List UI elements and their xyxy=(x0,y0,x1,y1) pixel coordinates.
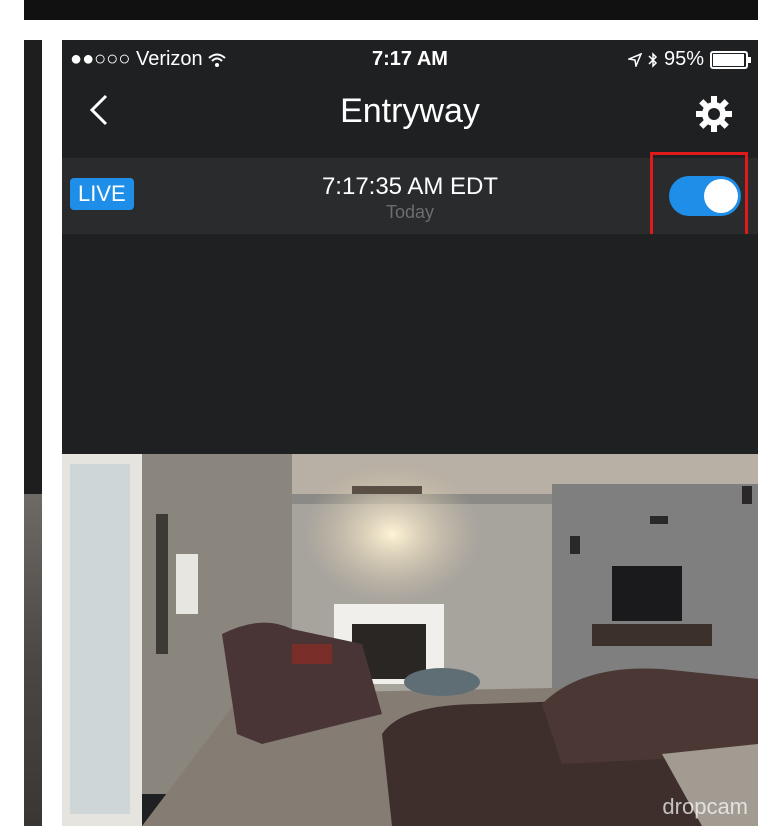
living-room-scene xyxy=(62,454,758,826)
dropcam-watermark: dropcam xyxy=(662,794,748,819)
location-arrow-icon xyxy=(627,52,642,67)
status-bar: ●●○○○ Verizon 7:17 AM 95% xyxy=(62,40,758,80)
battery-icon xyxy=(710,50,751,69)
top-black-bar xyxy=(24,0,758,20)
battery-percent: 95% xyxy=(663,48,704,70)
previous-screen-sliver xyxy=(24,40,42,826)
status-right: 95% xyxy=(627,48,751,71)
settings-button[interactable] xyxy=(694,94,734,134)
previous-camera-glimpse xyxy=(24,494,42,826)
nav-bar: Entryway xyxy=(62,80,758,160)
video-letterbox xyxy=(62,234,758,454)
bluetooth-icon xyxy=(648,51,658,68)
gear-icon xyxy=(696,96,732,132)
phone-screen: ●●○○○ Verizon 7:17 AM 95% Entryway LIVE … xyxy=(62,40,758,826)
highlight-box xyxy=(650,152,748,238)
page-title: Entryway xyxy=(340,92,480,130)
camera-feed[interactable]: dropcam xyxy=(62,454,758,826)
